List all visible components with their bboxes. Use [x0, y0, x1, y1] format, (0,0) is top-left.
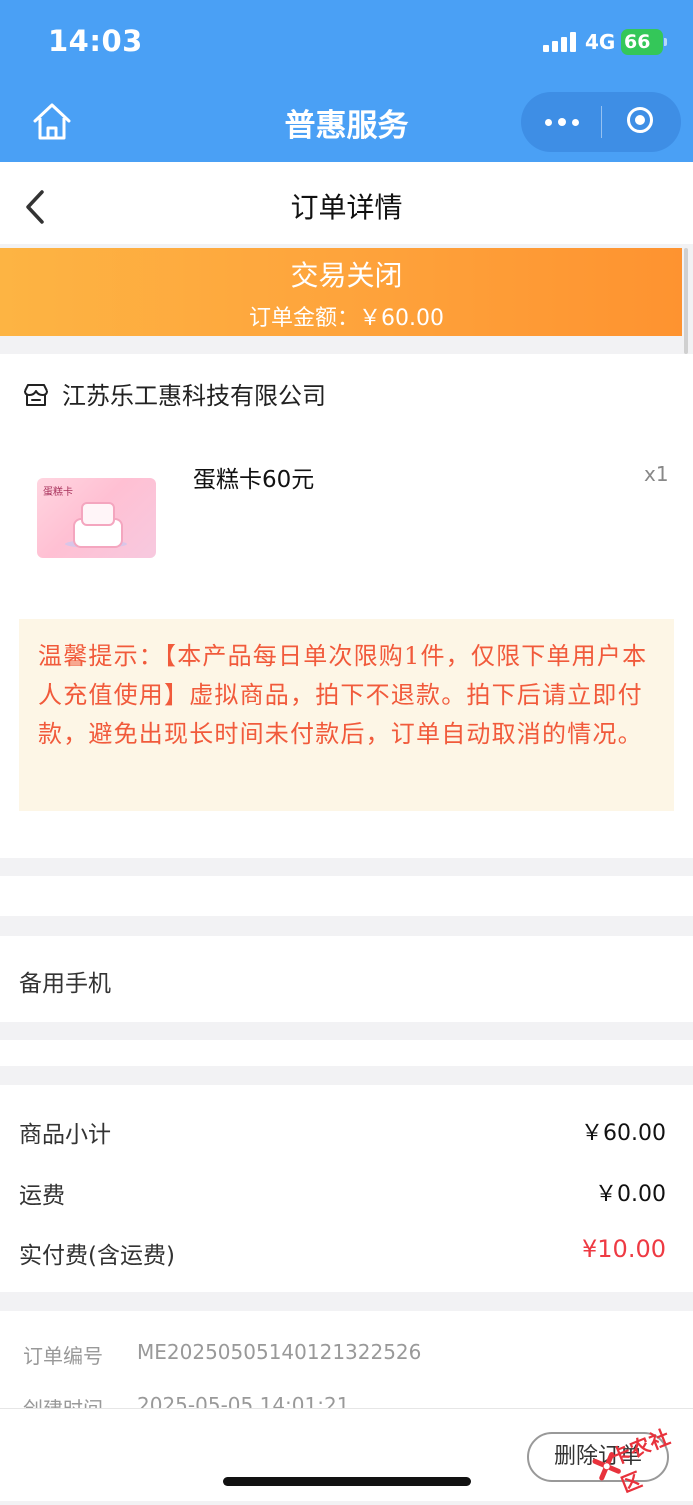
order-amount-label: 订单金额： — [249, 306, 360, 331]
signal-icon — [543, 32, 577, 52]
empty-section — [0, 1040, 693, 1066]
product-image[interactable]: 蛋糕卡 — [37, 478, 156, 558]
tip-text: 温馨提示：【本产品每日单次限购1件，仅限下单用户本人充值使用】虚拟商品，拍下不退… — [38, 642, 648, 748]
page-title: 订单详情 — [290, 191, 403, 224]
store-icon — [22, 381, 50, 409]
status-time: 14:03 — [48, 24, 143, 58]
paid-label: 实付费(含运费) — [19, 1243, 175, 1269]
order-amount-value: ￥60.00 — [359, 306, 444, 331]
order-status-banner: 交易关闭 订单金额：￥60.00 — [0, 248, 682, 336]
shipping-value: ￥0.00 — [595, 1182, 666, 1207]
shipping-label: 运费 — [19, 1183, 65, 1209]
shop-card: 江苏乐工惠科技有限公司 蛋糕卡 蛋糕卡60元 x1 温馨提示：【本产品每日单次限… — [0, 354, 693, 858]
page-header: 订单详情 — [0, 162, 693, 244]
home-indicator — [223, 1477, 471, 1486]
order-number-label: 订单编号 — [23, 1344, 103, 1368]
battery-icon: 66 — [621, 29, 667, 55]
network-type: 4G — [585, 30, 616, 54]
shop-name[interactable]: 江苏乐工惠科技有限公司 — [62, 376, 326, 411]
subtotal-label: 商品小计 — [19, 1122, 111, 1148]
product-name[interactable]: 蛋糕卡60元 — [193, 460, 314, 494]
order-number[interactable]: ME20250505140121322526 — [137, 1340, 421, 1364]
order-amount: 订单金额：￥60.00 — [0, 300, 693, 332]
order-status: 交易关闭 — [290, 259, 403, 292]
backup-phone-label: 备用手机 — [19, 971, 111, 997]
product-image-label: 蛋糕卡 — [43, 487, 73, 498]
app-bar: 14:03 4G 66 普惠服务 — [0, 0, 693, 162]
backup-phone-row[interactable]: 备用手机 — [0, 936, 693, 1022]
mini-program-capsule — [521, 92, 681, 152]
scrollbar[interactable] — [684, 248, 688, 354]
empty-section — [0, 876, 693, 916]
tip-box: 温馨提示：【本产品每日单次限购1件，仅限下单用户本人充值使用】虚拟商品，拍下不退… — [19, 619, 674, 811]
price-summary: 商品小计 ￥60.00 运费 ￥0.00 实付费(含运费) ¥10.00 — [0, 1085, 693, 1292]
product-quantity: x1 — [644, 462, 669, 486]
paid-value: ¥10.00 — [582, 1235, 666, 1263]
close-icon[interactable] — [601, 92, 681, 152]
more-icon[interactable] — [521, 92, 601, 152]
subtotal-value: ￥60.00 — [581, 1121, 666, 1146]
